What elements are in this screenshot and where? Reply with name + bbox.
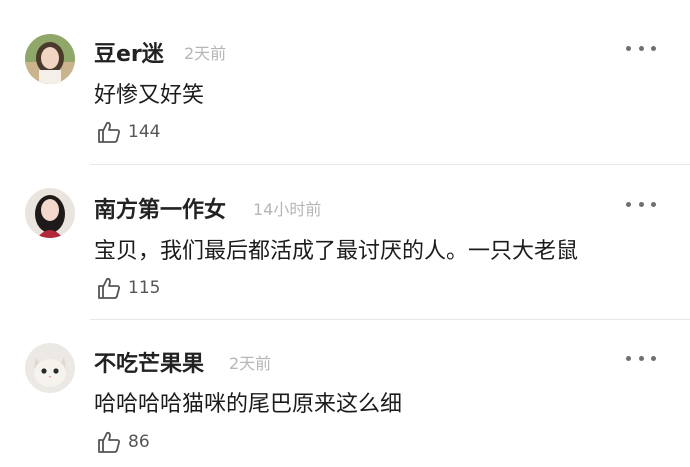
comment-text: 哈哈哈哈猫咪的尾巴原来这么细: [94, 392, 403, 417]
thumbs-up-icon: [98, 431, 120, 453]
more-icon[interactable]: [626, 353, 656, 363]
comment-item: 不吃芒果果 2天前 哈哈哈哈猫咪的尾巴原来这么细 86: [0, 0, 690, 467]
time-ago: 2天前: [229, 354, 272, 373]
avatar-cat-icon: [25, 343, 75, 393]
user-avatar[interactable]: [25, 343, 75, 393]
like-button[interactable]: 86: [96, 429, 150, 455]
username[interactable]: 不吃芒果果: [94, 346, 204, 378]
more-dot: [651, 355, 656, 361]
like-count: 86: [128, 432, 150, 452]
more-dot: [638, 355, 644, 361]
more-dot: [626, 355, 631, 361]
